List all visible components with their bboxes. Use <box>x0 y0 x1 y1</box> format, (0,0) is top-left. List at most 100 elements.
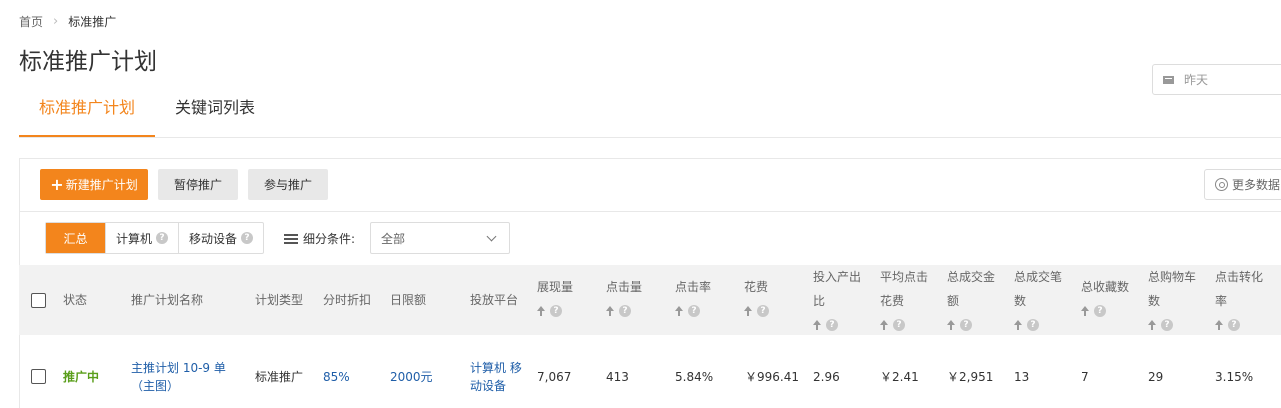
header-name: 推广计划名称 <box>131 293 204 307</box>
plan-name-link[interactable]: 主推计划 10-9 单 （主图） <box>131 359 226 395</box>
header-limit: 日限额 <box>390 293 427 307</box>
more-data-label: 更多数据 <box>1232 178 1281 192</box>
segment-computer[interactable]: 计算机 ? <box>105 223 178 253</box>
join-button[interactable]: 参与推广 <box>248 169 328 200</box>
header-roi-label-1: 投入产出 <box>813 270 862 284</box>
cell-cart: 29 <box>1148 370 1164 384</box>
cell-cost: ￥996.41 <box>745 370 799 384</box>
header-orders-label-2: 数 <box>1014 294 1027 308</box>
plan-name-line-1: 主推计划 10-9 单 <box>131 361 226 375</box>
pause-button[interactable]: 暂停推广 <box>158 169 238 200</box>
help-icon[interactable]: ? <box>1161 319 1173 331</box>
segment-summary[interactable]: 汇总 <box>46 223 105 253</box>
cell-platform[interactable]: 计算机 移 动设备 <box>470 359 522 395</box>
header-favorites[interactable]: 总收藏数 ? <box>1081 275 1129 323</box>
gear-icon <box>1215 178 1228 191</box>
plus-icon: + <box>50 174 64 194</box>
help-icon[interactable]: ? <box>1027 319 1039 331</box>
filter-label-text: 细分条件: <box>303 232 356 246</box>
sort-up-icon[interactable] <box>880 320 888 330</box>
sort-up-icon[interactable] <box>813 320 821 330</box>
help-icon[interactable]: ? <box>156 232 169 244</box>
chevron-right-icon: › <box>53 13 59 29</box>
header-roi[interactable]: 投入产出 比 ? <box>813 265 861 337</box>
header-roi-label-2: 比 <box>813 294 826 308</box>
tab-standard-plans[interactable]: 标准推广计划 <box>19 88 156 137</box>
toolbar-divider <box>19 211 1281 212</box>
sort-up-icon[interactable] <box>1148 320 1156 330</box>
header-ctr[interactable]: 点击率 ? <box>675 275 711 323</box>
help-icon[interactable]: ? <box>1228 319 1240 331</box>
platform-line-1: 计算机 移 <box>470 361 522 375</box>
more-data-button[interactable]: 更多数据 <box>1204 169 1281 200</box>
device-segment: 汇总 计算机 ? 移动设备 ? <box>45 222 265 254</box>
sort-up-icon[interactable] <box>537 306 545 316</box>
help-icon[interactable]: ? <box>960 319 972 331</box>
help-icon[interactable]: ? <box>241 232 254 244</box>
header-gmv[interactable]: 总成交金 额 ? <box>947 265 995 337</box>
filter-label: 细分条件: <box>284 230 355 247</box>
help-icon[interactable]: ? <box>619 305 631 317</box>
help-icon[interactable]: ? <box>893 319 905 331</box>
header-gmv-label-2: 额 <box>947 294 960 308</box>
sort-up-icon[interactable] <box>606 306 614 316</box>
header-ctr-label: 点击率 <box>675 280 712 294</box>
select-all-checkbox[interactable] <box>31 293 46 308</box>
tab-keyword-list[interactable]: 关键词列表 <box>155 88 275 137</box>
page-title: 标准推广计划 <box>19 49 157 75</box>
cell-clicks: 413 <box>606 370 629 384</box>
sort-up-icon[interactable] <box>675 306 683 316</box>
filter-select-value: 全部 <box>381 231 406 246</box>
header-type: 计划类型 <box>255 293 304 307</box>
segment-computer-label: 计算机 <box>116 231 153 246</box>
header-cvr[interactable]: 点击转化 率 ? <box>1215 265 1263 337</box>
header-cpc-label-1: 平均点击 <box>880 270 929 284</box>
help-icon[interactable]: ? <box>826 319 838 331</box>
sort-up-icon[interactable] <box>947 320 955 330</box>
sort-up-icon[interactable] <box>1081 306 1089 316</box>
segment-mobile[interactable]: 移动设备 ? <box>178 223 263 253</box>
cell-cpc: ￥2.41 <box>880 370 919 384</box>
header-favorites-label: 总收藏数 <box>1081 280 1130 294</box>
sort-up-icon[interactable] <box>1014 320 1022 330</box>
cell-discount[interactable]: 85% <box>323 368 350 386</box>
header-cart[interactable]: 总购物车 数 ? <box>1148 265 1196 337</box>
header-cart-label-2: 数 <box>1148 294 1161 308</box>
cell-ctr: 5.84% <box>675 370 714 384</box>
sort-up-icon[interactable] <box>744 306 752 316</box>
status-badge: 推广中 <box>63 370 100 384</box>
help-icon[interactable]: ? <box>757 305 769 317</box>
help-icon[interactable]: ? <box>1094 305 1106 317</box>
header-platform: 投放平台 <box>470 293 519 307</box>
help-icon[interactable]: ? <box>550 305 562 317</box>
header-cpc[interactable]: 平均点击 花费 ? <box>880 265 928 337</box>
header-clicks[interactable]: 点击量 ? <box>606 275 642 323</box>
cell-roi: 2.96 <box>813 370 840 384</box>
sort-up-icon[interactable] <box>1215 320 1223 330</box>
header-gmv-label-1: 总成交金 <box>947 270 996 284</box>
header-cpc-label-2: 花费 <box>880 294 905 308</box>
new-plan-button[interactable]: + 新建推广计划 <box>40 169 148 200</box>
cell-limit[interactable]: 2000元 <box>390 368 433 386</box>
cell-favorites: 7 <box>1081 370 1089 384</box>
help-icon[interactable]: ? <box>688 305 700 317</box>
header-cart-label-1: 总购物车 <box>1148 270 1197 284</box>
platform-line-2: 动设备 <box>470 379 507 393</box>
header-cost[interactable]: 花费 ? <box>744 275 769 323</box>
header-clicks-label: 点击量 <box>606 280 643 294</box>
cell-gmv: ￥2,951 <box>947 370 994 384</box>
plan-name-line-2: （主图） <box>131 379 180 393</box>
segment-mobile-label: 移动设备 <box>189 231 238 246</box>
row-checkbox[interactable] <box>31 369 46 384</box>
filter-select[interactable]: 全部 <box>370 222 510 254</box>
header-cost-label: 花费 <box>744 280 769 294</box>
chevron-down-icon <box>486 231 497 242</box>
header-impressions[interactable]: 展现量 ? <box>537 275 573 323</box>
breadcrumb-home[interactable]: 首页 <box>19 13 43 30</box>
table-header: 状态 推广计划名称 计划类型 分时折扣 日限额 投放平台 展现量 ? 点击量 ?… <box>19 265 1281 335</box>
header-orders-label-1: 总成交笔 <box>1014 270 1063 284</box>
header-orders[interactable]: 总成交笔 数 ? <box>1014 265 1062 337</box>
header-cvr-label-1: 点击转化 <box>1215 270 1264 284</box>
date-picker[interactable]: 昨天 <box>1152 64 1281 95</box>
header-discount: 分时折扣 <box>323 293 372 307</box>
